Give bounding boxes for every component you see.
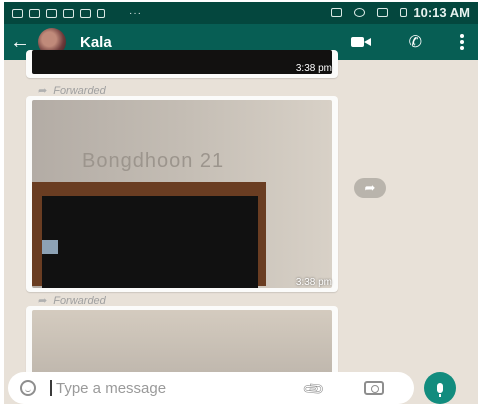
image-thumbnail[interactable]: Bongdhoon 21 (32, 100, 332, 288)
phone-icon[interactable]: ✆ (409, 32, 422, 52)
image-message[interactable]: 3:38 pm (26, 50, 338, 78)
contact-name[interactable]: Kala (80, 34, 112, 51)
camera-icon[interactable] (364, 381, 384, 395)
wall-sign-text: Bongdhoon 21 (82, 150, 225, 172)
signal-icon (377, 8, 389, 17)
notification-icon (29, 8, 40, 18)
message-composer: 📎︎ (8, 372, 414, 404)
mic-button[interactable] (424, 372, 456, 404)
paperclip-icon[interactable]: 📎︎ (300, 376, 327, 402)
mic-icon (437, 383, 443, 397)
video-call-icon[interactable] (350, 35, 371, 49)
clock: 10:13 AM (413, 5, 470, 20)
window (42, 240, 58, 254)
arrow-left-icon[interactable]: ← (10, 32, 30, 52)
message-timestamp: 3:38 pm (295, 63, 332, 74)
forwarded-text: Forwarded (53, 84, 106, 97)
app-window: ··· 10:13 AM ← Kala ✆ 3:38 pm ➦ Forwarde… (4, 2, 478, 404)
status-bar: ··· 10:13 AM (4, 2, 478, 24)
image-message[interactable] (26, 306, 338, 376)
image-thumbnail[interactable] (32, 310, 332, 376)
alarm-icon (354, 8, 366, 17)
emoji-icon[interactable] (20, 380, 36, 396)
message-input[interactable] (54, 378, 278, 398)
notification-icon (12, 8, 23, 18)
battery-icon (400, 8, 408, 17)
forward-share-icon[interactable]: ➦ (354, 178, 386, 198)
notification-icon (80, 8, 91, 18)
forwarded-text: Forwarded (53, 294, 106, 307)
image-message[interactable]: Bongdhoon 21 3:38 pm (26, 96, 338, 292)
more-notifications-icon: ··· (129, 7, 142, 19)
notification-icon (46, 8, 57, 18)
image-thumbnail[interactable] (32, 50, 332, 74)
more-vert-icon[interactable] (460, 34, 464, 50)
message-timestamp: 3:38 pm (295, 277, 332, 288)
notification-icon (97, 8, 105, 18)
text-cursor (50, 380, 52, 396)
doorway (42, 196, 258, 288)
cast-icon (331, 8, 343, 17)
message-list[interactable]: 3:38 pm ➦ Forwarded Bongdhoon 21 3:38 pm… (4, 50, 478, 376)
notification-icon (63, 8, 74, 18)
